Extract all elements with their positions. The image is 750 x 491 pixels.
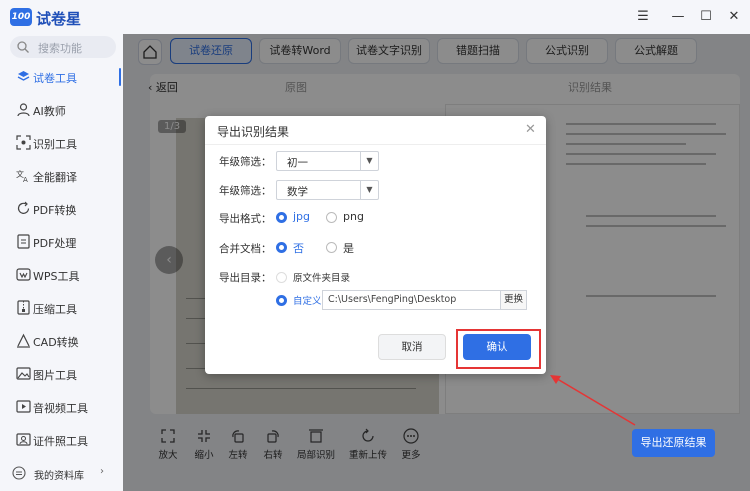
merge-no-label: 否 <box>293 242 304 255</box>
export-restore-result-button[interactable]: 导出还原结果 <box>632 429 715 457</box>
search-placeholder: 搜索功能 <box>38 42 82 55</box>
id-photo-icon <box>16 433 31 446</box>
sidebar-item-label: CAD转换 <box>33 336 79 349</box>
translate-icon: 文A <box>16 169 28 183</box>
format-label: 导出格式： <box>219 213 272 225</box>
dir-custom-label: 自定义 <box>293 296 322 307</box>
app-logo-icon: 100 <box>10 8 32 26</box>
refresh-icon <box>17 201 30 214</box>
format-jpg-radio[interactable] <box>276 212 287 223</box>
wps-icon <box>16 268 31 281</box>
chevron-down-icon: ▼ <box>360 181 378 199</box>
sidebar-item-my-library[interactable]: 我的资料库 › <box>0 462 123 486</box>
sidebar-item-label: 全能翻译 <box>33 171 77 184</box>
annotation-arrow-icon <box>550 375 636 426</box>
sidebar-item-recognition[interactable]: 识别工具 <box>0 128 123 158</box>
sidebar-item-compress[interactable]: 压缩工具 <box>0 293 123 323</box>
sidebar-item-label: 图片工具 <box>33 369 77 382</box>
subject-value: 数学 <box>287 186 308 198</box>
sidebar-item-image[interactable]: 图片工具 <box>0 359 123 389</box>
format-jpg-label: jpg <box>293 210 311 223</box>
dir-source-radio[interactable] <box>276 272 287 283</box>
subject-select[interactable]: 数学 ▼ <box>276 180 379 200</box>
grade-select[interactable]: 初一 ▼ <box>276 151 379 171</box>
close-icon[interactable]: ✕ <box>525 122 536 137</box>
format-png-label: png <box>343 210 364 223</box>
svg-text:A: A <box>23 176 28 183</box>
sidebar-item-cad[interactable]: CAD转换 <box>0 326 123 356</box>
chevron-down-icon: ▼ <box>360 152 378 170</box>
compress-icon <box>17 300 30 315</box>
dialog-title: 导出识别结果 <box>217 125 290 139</box>
app-name: 试卷星 <box>36 10 82 28</box>
dir-label: 导出目录： <box>219 272 272 284</box>
subject-label: 年级筛选： <box>219 185 272 197</box>
sidebar-item-pdf-convert[interactable]: PDF转换 <box>0 194 123 224</box>
chevron-right-icon: › <box>100 466 104 477</box>
title-bar: 100 试卷星 ☰ — ☐ ✕ <box>0 0 750 34</box>
sidebar-item-id-photo[interactable]: 证件照工具 <box>0 425 123 455</box>
hamburger-icon[interactable]: ☰ <box>635 9 651 25</box>
dir-custom-radio[interactable] <box>276 295 287 306</box>
sidebar-item-pdf-process[interactable]: PDF处理 <box>0 227 123 257</box>
sidebar: 搜索功能 试卷工具 AI教师 识别工具 文A 全能翻译 PDF转换 PDF处理 … <box>0 34 123 491</box>
sidebar-item-label: PDF处理 <box>33 237 77 250</box>
sidebar-item-label: AI教师 <box>33 105 66 118</box>
user-icon <box>17 103 30 117</box>
sidebar-item-label: 证件照工具 <box>33 435 88 448</box>
highlight-box <box>456 329 541 369</box>
dialog-divider <box>205 144 546 145</box>
close-icon[interactable]: ✕ <box>726 9 742 25</box>
sidebar-item-label: 试卷工具 <box>33 72 77 85</box>
scan-icon <box>16 135 31 150</box>
sidebar-item-paper-tools[interactable]: 试卷工具 <box>0 62 123 92</box>
search-icon <box>17 41 29 53</box>
sidebar-item-media[interactable]: 音视频工具 <box>0 392 123 422</box>
search-input[interactable]: 搜索功能 <box>10 36 116 58</box>
layers-icon <box>17 71 30 81</box>
sidebar-item-translate[interactable]: 文A 全能翻译 <box>0 161 123 191</box>
cancel-button[interactable]: 取消 <box>378 334 446 360</box>
sidebar-item-label: 压缩工具 <box>33 303 77 316</box>
sidebar-item-ai-teacher[interactable]: AI教师 <box>0 95 123 125</box>
library-icon <box>12 466 26 480</box>
maximize-icon[interactable]: ☐ <box>698 9 714 25</box>
change-dir-button[interactable]: 更换 <box>501 290 527 310</box>
pdf-icon <box>17 234 30 249</box>
minimize-icon[interactable]: — <box>670 9 686 25</box>
sidebar-item-label: 我的资料库 <box>34 471 84 482</box>
cad-icon <box>17 333 30 348</box>
merge-yes-radio[interactable] <box>326 242 337 253</box>
grade-value: 初一 <box>287 157 308 169</box>
grade-label: 年级筛选： <box>219 156 272 168</box>
merge-no-radio[interactable] <box>276 242 287 253</box>
merge-yes-label: 是 <box>343 242 354 255</box>
media-icon <box>16 400 31 413</box>
sidebar-item-label: WPS工具 <box>33 270 80 283</box>
sidebar-item-label: 识别工具 <box>33 138 77 151</box>
sidebar-item-label: 音视频工具 <box>33 402 88 415</box>
dir-path-input[interactable]: C:\Users\FengPing\Desktop <box>322 290 501 310</box>
dir-source-label: 原文件夹目录 <box>293 273 351 284</box>
merge-label: 合并文档： <box>219 243 272 255</box>
image-icon <box>16 367 31 380</box>
sidebar-item-wps[interactable]: WPS工具 <box>0 260 123 290</box>
format-png-radio[interactable] <box>326 212 337 223</box>
sidebar-item-label: PDF转换 <box>33 204 77 217</box>
